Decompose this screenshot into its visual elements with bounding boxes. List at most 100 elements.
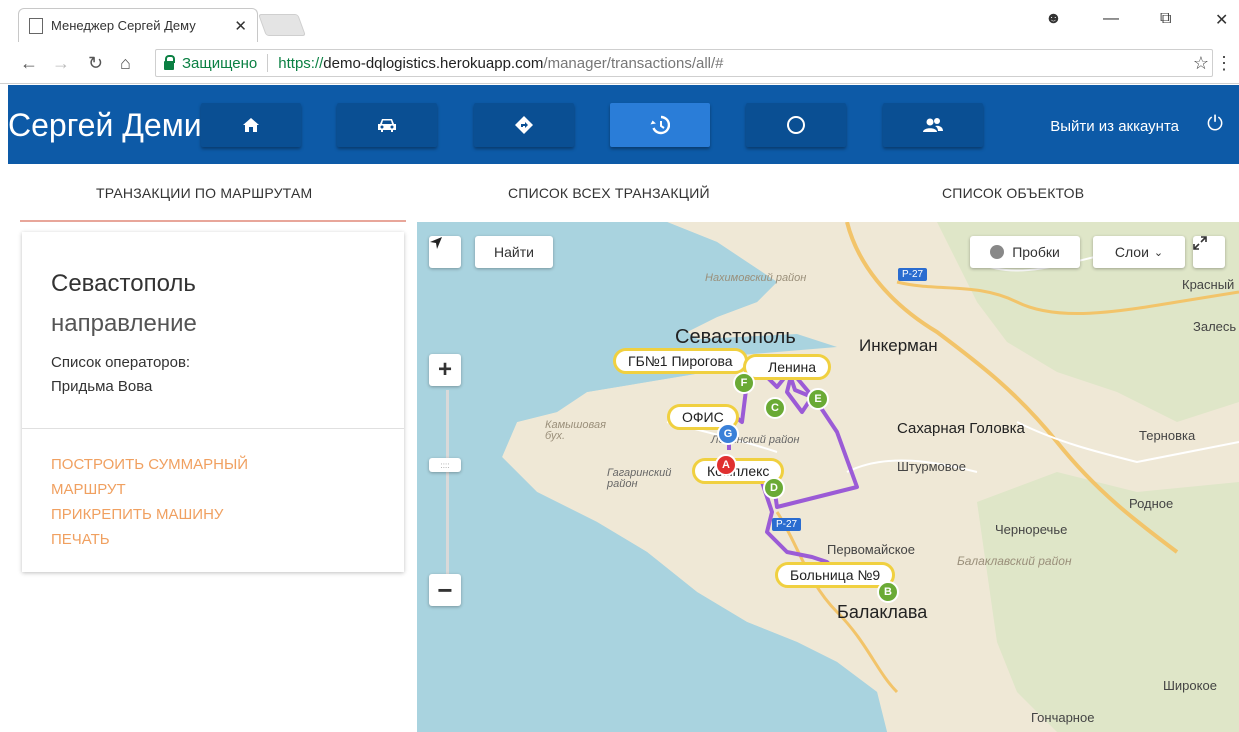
place-label: Гончарное [1031, 710, 1095, 725]
traffic-label: Пробки [1012, 244, 1060, 260]
nav-history-button[interactable] [610, 103, 710, 147]
nav-home-button[interactable] [201, 103, 301, 147]
locate-icon [430, 237, 442, 249]
place-label: Терновка [1139, 428, 1196, 443]
layers-label: Слои [1114, 244, 1149, 260]
marker-f[interactable]: F [733, 372, 755, 394]
road-badge: Р-27 [898, 268, 928, 281]
marker-e[interactable]: E [807, 388, 829, 410]
attach-car-link[interactable]: ПРИКРЕПИТЬ МАШИНУ [51, 502, 311, 527]
new-tab-button[interactable] [257, 14, 307, 36]
map-view[interactable]: Найти Пробки Слои ⌄ + :::: − Р-27 Р-27 Н… [417, 222, 1239, 732]
place-label: Сахарная Головка [897, 420, 1025, 437]
active-tab-indicator [20, 220, 406, 222]
url-scheme: https:// [278, 54, 324, 72]
pin-label-hospital9[interactable]: Больница №9 [775, 562, 896, 588]
close-tab-icon[interactable]: ✕ [234, 17, 247, 35]
forward-icon[interactable]: → [52, 53, 70, 74]
place-label: Штурмовое [897, 459, 966, 474]
url-separator [267, 54, 269, 72]
direction-card: Севастополь направление Список операторо… [22, 232, 404, 572]
road-badge: Р-27 [772, 518, 802, 531]
place-label: Инкерман [859, 336, 938, 355]
power-icon[interactable]: ⏻ [1207, 113, 1223, 136]
app-title: Сергей Демидов [8, 107, 208, 143]
place-label: Родное [1129, 496, 1174, 511]
place-label: Широкое [1163, 678, 1217, 693]
map-canvas [417, 222, 1239, 732]
pin-label-lenina[interactable]: Ленина [743, 354, 832, 380]
marker-a[interactable]: A [715, 454, 737, 476]
place-label: Красный [1182, 277, 1235, 292]
place-label: Камышовая бух. [545, 419, 606, 442]
subnav: ТРАНЗАКЦИИ ПО МАРШРУТАМ СПИСОК ВСЕХ ТРАН… [20, 170, 1239, 220]
home-browser-icon[interactable]: ⌂ [120, 53, 131, 74]
find-button[interactable]: Найти [475, 236, 553, 268]
profile-icon[interactable]: ☻ [1045, 10, 1062, 28]
place-label: Балаклава [837, 602, 928, 622]
zoom-in-button[interactable]: + [429, 354, 461, 386]
tab-objects-list[interactable]: СПИСОК ОБЪЕКТОВ [942, 185, 1084, 201]
circle-icon [787, 116, 805, 134]
logout-link[interactable]: Выйти из аккаунта [1050, 118, 1179, 135]
tab-all-transactions[interactable]: СПИСОК ВСЕХ ТРАНЗАКЦИЙ [508, 185, 710, 201]
minimize-icon[interactable]: — [1103, 10, 1119, 28]
chevron-down-icon: ⌄ [1153, 246, 1164, 259]
url-host: demo-dqlogistics.herokuapp.com [323, 54, 544, 72]
app-header: Сергей Демидов Выйти из аккаунта ⏻ [8, 85, 1239, 164]
place-label: Нахимовский район [705, 272, 807, 284]
direction-label: направление [51, 310, 197, 337]
operator-name: Придьма Вова [51, 378, 153, 395]
build-summary-route-link[interactable]: ПОСТРОИТЬ СУММАРНЫЙ МАРШРУТ [51, 452, 311, 502]
zoom-track[interactable] [446, 390, 449, 580]
card-actions: ПОСТРОИТЬ СУММАРНЫЙ МАРШРУТ ПРИКРЕПИТЬ М… [51, 452, 311, 552]
restore-icon[interactable]: ⧉ [1160, 10, 1171, 28]
print-link[interactable]: ПЕЧАТЬ [51, 527, 311, 552]
operators-label: Список операторов: [51, 354, 191, 371]
traffic-icon [990, 245, 1005, 259]
marker-g[interactable]: G [717, 423, 739, 445]
place-label: Залесь [1193, 319, 1237, 334]
history-icon [650, 115, 670, 135]
tab-title: Менеджер Сергей Дему [51, 18, 196, 33]
fullscreen-button[interactable] [1193, 236, 1225, 268]
marker-d[interactable]: D [763, 477, 785, 499]
browser-tabstrip: Менеджер Сергей Дему ✕ ☻ — ⧉ ✕ [0, 0, 1239, 44]
place-label: Балаклавский район [957, 554, 1072, 568]
card-divider [22, 428, 404, 429]
page-icon [29, 17, 43, 34]
place-label: Гагаринский район [607, 467, 672, 490]
browser-omnibar: ← → ↻ ⌂ Защищено https://demo-dqlogistic… [0, 44, 1239, 84]
expand-icon [1193, 236, 1207, 250]
browser-tab[interactable]: Менеджер Сергей Дему ✕ [18, 8, 258, 42]
place-label: Севастополь [675, 326, 796, 348]
bookmark-star-icon[interactable]: ☆ [1193, 53, 1209, 74]
pin-label-gbn1[interactable]: ГБ№1 Пирогова [613, 348, 748, 374]
zoom-out-button[interactable]: − [429, 574, 461, 606]
zoom-slider-handle[interactable]: :::: [429, 458, 461, 472]
home-icon [243, 118, 259, 132]
reload-icon[interactable]: ↻ [88, 53, 103, 74]
marker-b[interactable]: B [877, 581, 899, 603]
place-label: Черноречье [995, 522, 1068, 537]
tab-route-transactions[interactable]: ТРАНЗАКЦИИ ПО МАРШРУТАМ [96, 185, 312, 201]
car-icon [378, 119, 396, 132]
traffic-button[interactable]: Пробки [970, 236, 1080, 268]
secure-label: Защищено [182, 54, 258, 72]
city-title: Севастополь [51, 270, 196, 297]
locate-button[interactable] [429, 236, 461, 268]
window-close-icon[interactable]: ✕ [1215, 10, 1228, 30]
back-icon[interactable]: ← [20, 53, 38, 74]
nav-routes-button[interactable] [474, 103, 574, 147]
nav-circle-button[interactable] [746, 103, 846, 147]
place-label: Первомайское [827, 542, 916, 557]
address-bar[interactable]: Защищено https://demo-dqlogistics.heroku… [155, 49, 1213, 77]
route-icon [515, 116, 533, 134]
users-icon [923, 118, 943, 132]
marker-c[interactable]: C [764, 397, 786, 419]
layers-button[interactable]: Слои ⌄ [1093, 236, 1185, 268]
url-path: /manager/transactions/all/# [543, 54, 724, 72]
nav-users-button[interactable] [883, 103, 983, 147]
menu-icon[interactable]: ⋮ [1215, 53, 1233, 74]
nav-cars-button[interactable] [337, 103, 437, 147]
